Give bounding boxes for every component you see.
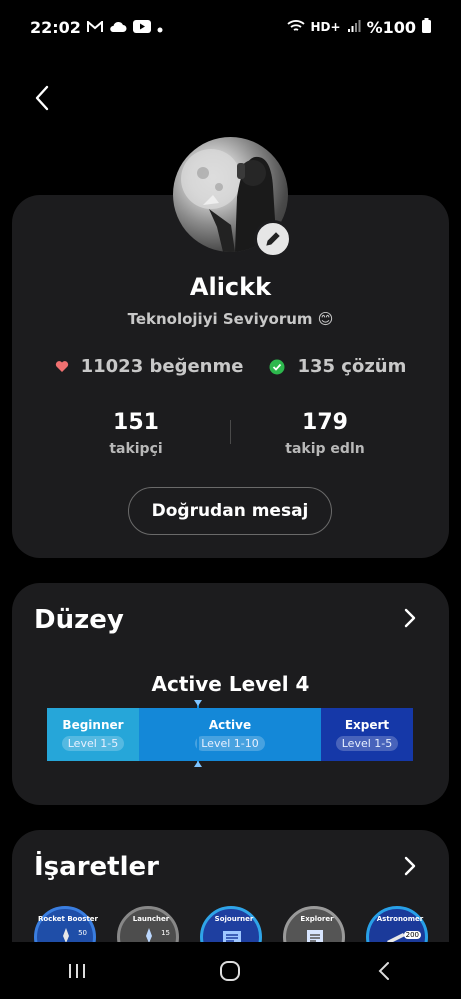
segment-label: Expert	[344, 718, 390, 732]
segment-label: Beginner	[62, 718, 124, 732]
profile-name: Alickk	[189, 273, 272, 301]
badge-name: Rocket Booster	[37, 915, 98, 923]
level-segment-beginner: Beginner Level 1-5	[47, 708, 139, 761]
level-chevron-right-icon[interactable]	[403, 607, 423, 631]
level-title: Düzey	[34, 605, 124, 635]
level-marker	[197, 701, 199, 767]
badge-name: Astronomer	[376, 915, 424, 923]
back-icon	[378, 961, 390, 980]
badge-count: 200	[403, 931, 421, 939]
badge-sojourner[interactable]: Sojourner	[200, 906, 262, 942]
notebook-icon	[223, 931, 241, 942]
badge-name: Launcher	[132, 915, 170, 923]
likes-count: 11023 beğenme	[80, 356, 244, 377]
profile-bio: Teknolojiyi Seviyorum 😊	[127, 310, 334, 328]
badges-row: Rocket Booster 50 Launcher 15 Sojourner …	[0, 830, 461, 942]
launcher-icon	[146, 928, 152, 942]
heart-icon	[55, 361, 68, 372]
network-type: HD+	[310, 20, 341, 34]
level-segment-active: Active Level 1-10	[139, 708, 321, 761]
recent-apps-icon	[68, 963, 85, 978]
gmail-icon	[86, 18, 103, 37]
direct-message-button[interactable]: Doğrudan mesaj	[128, 487, 332, 535]
badge-count: 50	[78, 929, 87, 937]
segment-label: Active	[208, 718, 252, 732]
youtube-icon	[132, 18, 151, 37]
followers-stat[interactable]: 151 takipçi	[66, 410, 206, 457]
segment-range: Level 1-5	[335, 736, 399, 751]
badge-launcher[interactable]: Launcher 15	[117, 906, 179, 942]
check-circle-icon	[269, 359, 285, 374]
status-bar: 22:02 HD+ %100	[0, 0, 461, 54]
back-button[interactable]	[26, 80, 58, 116]
level-marker-top	[194, 700, 202, 706]
recent-apps-button[interactable]	[57, 956, 97, 986]
solutions-stat: 135 çözüm	[269, 356, 406, 377]
signal-icon	[347, 18, 361, 37]
stats-row: 11023 beğenme 135 çözüm	[0, 356, 461, 377]
cloud-icon	[109, 18, 127, 37]
following-count: 179	[302, 410, 348, 435]
chevron-left-icon	[35, 85, 49, 111]
status-time: 22:02	[30, 17, 81, 37]
dot-icon	[157, 18, 163, 37]
home-button[interactable]	[210, 956, 250, 986]
badge-explorer[interactable]: Explorer	[283, 906, 345, 942]
badge-name: Sojourner	[214, 915, 254, 923]
rocket-icon	[63, 928, 69, 942]
level-segment-expert: Expert Level 1-5	[321, 708, 413, 761]
followers-label: takipçi	[109, 441, 163, 457]
badge-rocket-booster[interactable]: Rocket Booster 50	[34, 906, 98, 942]
battery-icon	[422, 17, 431, 37]
likes-stat: 11023 beğenme	[55, 356, 244, 377]
badge-astronomer[interactable]: Astronomer 200	[366, 906, 428, 942]
pencil-icon	[266, 232, 280, 246]
followers-count: 151	[113, 410, 159, 435]
clipboard-icon	[307, 930, 323, 942]
following-stat[interactable]: 179 takip edln	[255, 410, 395, 457]
badge-name: Explorer	[300, 915, 334, 923]
badge-count: 15	[161, 929, 170, 937]
level-marker-bottom	[194, 761, 202, 767]
following-label: takip edln	[285, 441, 365, 457]
wifi-icon	[286, 18, 305, 37]
current-level: Active Level 4	[151, 672, 310, 696]
edit-avatar-button[interactable]	[254, 220, 292, 258]
home-icon	[220, 960, 241, 981]
level-bar: Beginner Level 1-5 Active Level 1-10 Exp…	[47, 708, 413, 761]
divider	[230, 420, 231, 444]
solutions-count: 135 çözüm	[297, 356, 407, 377]
system-back-button[interactable]	[364, 956, 404, 986]
system-nav-bar	[0, 942, 461, 999]
segment-range: Level 1-5	[61, 736, 125, 751]
battery-text: %100	[366, 17, 416, 37]
segment-range: Level 1-10	[195, 736, 265, 751]
